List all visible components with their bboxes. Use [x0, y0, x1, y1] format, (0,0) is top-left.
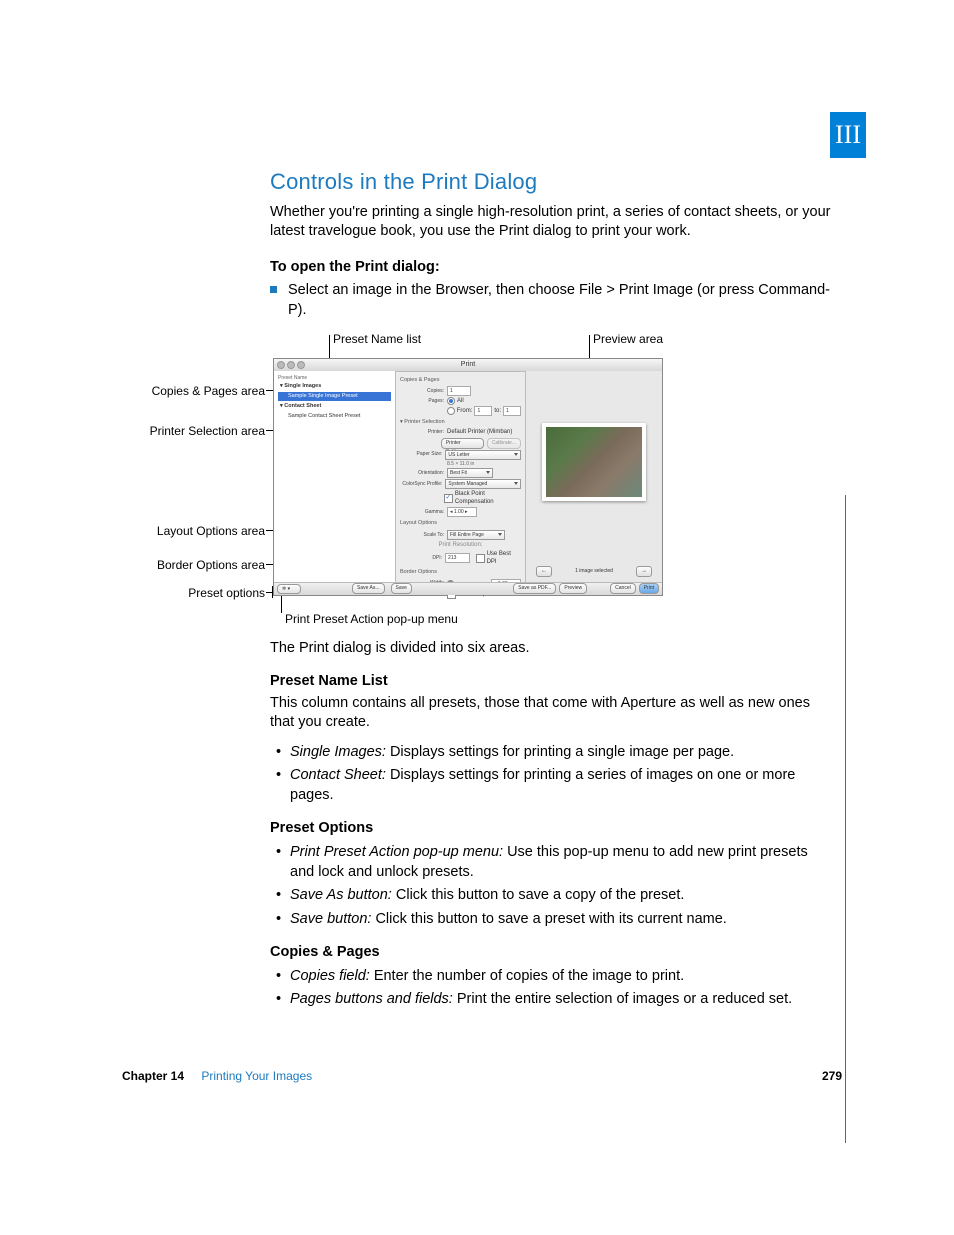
orientation-label: Orientation:	[400, 470, 447, 477]
gamma-field[interactable]: ◂ 1.00 ▸	[447, 507, 477, 517]
save-button[interactable]: Save	[391, 583, 412, 594]
pages-from-radio[interactable]	[447, 407, 455, 415]
preset-name-pane: Preset Name ▾ Single Images Sample Singl…	[274, 371, 396, 583]
preview-photo	[546, 427, 642, 497]
chapter-title: Printing Your Images	[201, 1069, 312, 1083]
callout-copies-pages: Copies & Pages area	[150, 383, 265, 399]
preset-item[interactable]: Sample Single Image Preset	[278, 392, 391, 401]
dialog-title: Print	[274, 359, 662, 371]
black-point-checkbox[interactable]	[444, 494, 453, 503]
after-figure-text: The Print dialog is divided into six are…	[270, 639, 835, 659]
bullet-list: Print Preset Action pop-up menu: Use thi…	[270, 843, 835, 929]
pages-label: Pages:	[400, 398, 447, 405]
to-field[interactable]: 1	[503, 406, 521, 416]
settings-pane: Copies & Pages Copies:1 Pages:All From:1…	[396, 371, 526, 583]
page-number: 279	[822, 1068, 842, 1084]
preset-group[interactable]: ▾ Contact Sheet	[280, 403, 391, 410]
copies-field[interactable]: 1	[447, 386, 471, 396]
page: { "tab_label": "III", "heading": "Contro…	[0, 0, 954, 1235]
print-button[interactable]: Print	[639, 583, 659, 594]
save-pdf-button[interactable]: Save as PDF...	[513, 583, 556, 594]
callout-border-options: Border Options area	[155, 557, 265, 573]
callout-layout-options: Layout Options area	[155, 523, 265, 539]
preview-button[interactable]: Preview	[559, 583, 587, 594]
bullet-list: Single Images: Displays settings for pri…	[270, 743, 835, 806]
section-label: ▾ Printer Selection	[400, 419, 521, 426]
print-dialog: Print Preset Name ▾ Single Images Sample…	[273, 358, 663, 596]
save-as-button[interactable]: Save As...	[352, 583, 385, 594]
calibrate-button[interactable]: Calibrate...	[487, 438, 521, 449]
dpi-field[interactable]: 213	[445, 553, 470, 563]
paper-label: Paper Size:	[400, 451, 445, 458]
page-heading: Controls in the Print Dialog	[270, 167, 835, 197]
preset-item[interactable]: Sample Contact Sheet Preset	[278, 412, 391, 421]
best-dpi-label: Use Best DPI	[487, 550, 521, 566]
best-dpi-checkbox[interactable]	[476, 554, 485, 563]
preview-page	[542, 423, 646, 501]
list-item: Single Images: Displays settings for pri…	[270, 743, 835, 763]
pages-all-radio[interactable]	[447, 397, 455, 405]
list-item: Save As button: Click this button to sav…	[270, 886, 835, 906]
step-text: Select an image in the Browser, then cho…	[288, 282, 830, 318]
copies-label: Copies:	[400, 388, 447, 395]
section-label: Border Options	[400, 569, 521, 576]
section-label: Layout Options	[400, 520, 521, 527]
callout-printer-selection: Printer Selection area	[140, 423, 265, 439]
scale-dropdown[interactable]: Fill Entire Page	[447, 530, 505, 540]
paper-size-dropdown[interactable]: US Letter	[445, 450, 521, 460]
black-point-label: Black Point Compensation	[455, 490, 521, 506]
list-item: Save button: Click this button to save a…	[270, 910, 835, 930]
cancel-button[interactable]: Cancel	[610, 583, 636, 594]
colorsync-dropdown[interactable]: System Managed	[445, 479, 521, 489]
window-controls[interactable]	[277, 361, 305, 369]
gamma-label: Gamma:	[400, 509, 447, 516]
body-content: Controls in the Print Dialog Whether you…	[270, 167, 835, 1022]
section-desc: This column contains all presets, those …	[270, 694, 835, 733]
profile-label: ColorSync Profile:	[400, 481, 445, 488]
to-label: to:	[494, 407, 501, 415]
preset-action-menu[interactable]: ✲ ▾	[277, 584, 301, 594]
preset-header: Preset Name	[278, 375, 391, 382]
preview-pane: ← 1 image selected →	[526, 371, 662, 583]
resolution-label: Print Resolution:	[438, 541, 482, 549]
step-bullet-icon	[270, 286, 277, 293]
preview-next-button[interactable]: →	[636, 566, 652, 577]
list-item: Print Preset Action pop-up menu: Use thi…	[270, 843, 835, 882]
side-rule	[845, 495, 846, 1143]
dialog-bottom-bar: ✲ ▾ Save As... Save Save as PDF... Previ…	[274, 582, 662, 595]
list-item: Pages buttons and fields: Print the enti…	[270, 990, 835, 1010]
dpi-label: DPI:	[400, 555, 445, 562]
printer-label: Printer:	[400, 429, 447, 436]
section-heading: Copies & Pages	[270, 943, 835, 963]
open-dialog-step: Select an image in the Browser, then cho…	[270, 281, 835, 320]
callout-preset-name: Preset Name list	[333, 331, 421, 347]
section-heading: Preset Options	[270, 819, 835, 839]
callout-preset-options: Preset options	[185, 585, 265, 601]
preset-group[interactable]: ▾ Single Images	[280, 383, 391, 390]
callout-popup-menu: Print Preset Action pop-up menu	[285, 611, 458, 627]
page-footer: Chapter 14 Printing Your Images 279	[122, 1068, 842, 1084]
preview-status: 1 image selected	[575, 568, 613, 575]
list-item: Copies field: Enter the number of copies…	[270, 967, 835, 987]
callout-preview: Preview area	[593, 331, 663, 347]
pages-all-label: All	[457, 397, 464, 405]
section-label: Copies & Pages	[400, 377, 521, 384]
from-label: From:	[457, 407, 473, 415]
printer-value: Default Printer (Mimban)	[447, 428, 512, 436]
open-dialog-heading: To open the Print dialog:	[270, 258, 835, 278]
section-heading: Preset Name List	[270, 672, 835, 692]
printer-settings-button[interactable]: Printer Settings...	[441, 438, 484, 449]
bullet-list: Copies field: Enter the number of copies…	[270, 967, 835, 1010]
print-dialog-figure: Preset Name list Preview area Copies & P…	[155, 331, 835, 621]
intro-paragraph: Whether you're printing a single high-re…	[270, 203, 835, 242]
orientation-dropdown[interactable]: Best Fit	[447, 468, 493, 478]
scale-label: Scale To:	[400, 532, 447, 539]
from-field[interactable]: 1	[474, 406, 492, 416]
list-item: Contact Sheet: Displays settings for pri…	[270, 766, 835, 805]
preview-prev-button[interactable]: ←	[536, 566, 552, 577]
callout-lead	[281, 595, 282, 613]
chapter-label: Chapter 14	[122, 1069, 184, 1083]
part-tab: III	[830, 112, 866, 158]
